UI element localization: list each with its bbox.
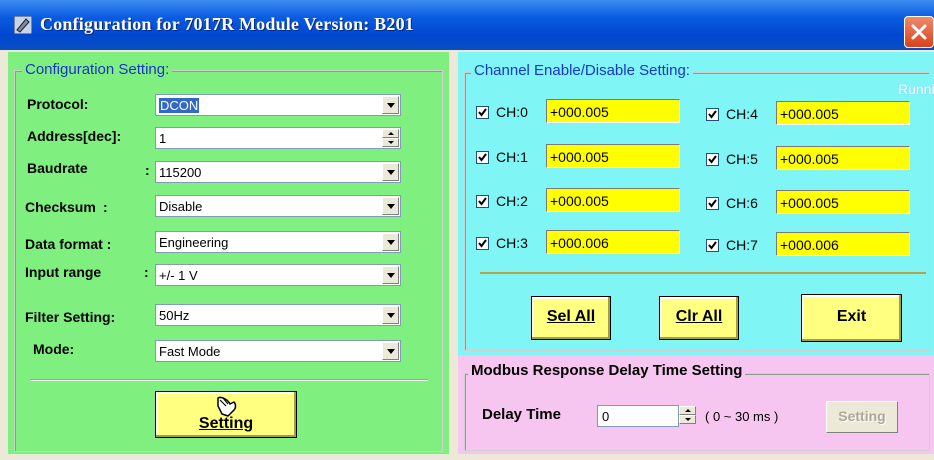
running-status: Running ! xyxy=(898,81,934,97)
mode-select[interactable]: Fast Mode xyxy=(155,340,401,362)
checkmark-icon xyxy=(478,108,487,117)
modbus-legend: Modbus Response Delay Time Setting xyxy=(468,362,746,379)
input-range-select[interactable]: +/- 1 V xyxy=(155,264,401,286)
channel-checkbox[interactable] xyxy=(706,153,719,166)
chevron-down-icon[interactable] xyxy=(382,233,399,251)
baudrate-value: 115200 xyxy=(159,165,202,180)
sel-all-label: Sel All xyxy=(546,308,596,325)
protocol-select[interactable]: DCON xyxy=(155,94,401,116)
delay-time-label: Delay Time xyxy=(482,406,561,423)
title-bar: Configuration for 7017R Module Version: … xyxy=(0,0,934,50)
chevron-down-icon[interactable] xyxy=(382,306,399,324)
filter-setting-label: Filter Setting: xyxy=(25,309,116,325)
input-range-value: +/- 1 V xyxy=(159,268,198,283)
checkmark-icon xyxy=(708,155,717,164)
protocol-label: Protocol: xyxy=(27,96,89,112)
address-input[interactable]: 1 xyxy=(155,127,401,149)
channel-label: CH:2 xyxy=(496,193,528,209)
channel-value: +000.005 xyxy=(776,190,910,214)
channel-label: CH:4 xyxy=(726,106,758,122)
clr-all-button[interactable]: Clr All xyxy=(659,296,739,340)
address-label: Address[dec]: xyxy=(27,128,122,144)
delay-time-spinner[interactable] xyxy=(679,406,696,424)
chevron-down-icon[interactable] xyxy=(382,197,399,215)
chevron-down-icon[interactable] xyxy=(382,96,399,114)
channel-checkbox[interactable] xyxy=(706,197,719,210)
channel-checkbox[interactable] xyxy=(476,151,489,164)
channel-value: +000.005 xyxy=(776,146,910,170)
chevron-down-icon[interactable] xyxy=(382,163,399,181)
sel-all-button[interactable]: Sel All xyxy=(531,296,611,340)
channel-value: +000.006 xyxy=(546,230,680,254)
spin-up-icon[interactable] xyxy=(382,129,399,138)
data-format-select[interactable]: Engineering xyxy=(155,231,401,253)
close-icon xyxy=(911,24,927,40)
channel-checkbox[interactable] xyxy=(476,106,489,119)
data-format-label: Data format : xyxy=(25,236,112,252)
spin-down-icon[interactable] xyxy=(382,138,399,147)
exit-button[interactable]: Exit xyxy=(801,294,902,342)
checkmark-icon xyxy=(708,199,717,208)
spin-down-icon[interactable] xyxy=(679,415,696,424)
exit-label: Exit xyxy=(836,308,867,325)
mode-label: Mode: xyxy=(33,341,75,357)
input-range-colon: : xyxy=(144,264,149,280)
channel-value: +000.005 xyxy=(546,99,680,123)
configuration-legend: Configuration Setting: xyxy=(22,61,173,78)
channel-value: +000.005 xyxy=(546,188,680,212)
close-button[interactable] xyxy=(904,16,934,48)
checkmark-icon xyxy=(478,153,487,162)
channel-label: CH:3 xyxy=(496,235,528,251)
baudrate-label: Baudrate xyxy=(27,160,88,176)
checkmark-icon xyxy=(478,197,487,206)
channel-label: CH:5 xyxy=(726,151,758,167)
setting-button[interactable]: Setting xyxy=(155,391,297,438)
channel-label: CH:1 xyxy=(496,149,528,165)
channel-value: +000.006 xyxy=(776,232,910,256)
address-value: 1 xyxy=(159,131,167,146)
channel-label: CH:7 xyxy=(726,237,758,253)
window-title: Configuration for 7017R Module Version: … xyxy=(40,14,414,34)
channel-legend: Channel Enable/Disable Setting: xyxy=(471,62,693,79)
setting-button-label: Setting xyxy=(198,415,254,432)
filter-setting-value: 50Hz xyxy=(159,308,190,323)
delay-range-text: ( 0 ~ 30 ms ) xyxy=(705,409,779,424)
channel-value: +000.005 xyxy=(776,101,910,125)
checksum-value: Disable xyxy=(159,199,203,214)
channel-label: CH:0 xyxy=(496,104,528,120)
checksum-label: Checksum xyxy=(25,199,96,215)
protocol-value: DCON xyxy=(159,98,200,113)
config-separator xyxy=(30,379,428,381)
input-range-label: Input range xyxy=(25,264,102,280)
channel-separator xyxy=(480,272,926,274)
checkmark-icon xyxy=(478,239,487,248)
channel-checkbox[interactable] xyxy=(706,108,719,121)
modbus-setting-button[interactable]: Setting xyxy=(826,401,898,433)
checksum-colon: : xyxy=(103,199,108,215)
channel-checkbox[interactable] xyxy=(706,239,719,252)
channel-value: +000.005 xyxy=(546,144,680,168)
mode-value: Fast Mode xyxy=(159,344,221,359)
baudrate-select[interactable]: 115200 xyxy=(155,161,401,183)
checksum-select[interactable]: Disable xyxy=(155,195,401,217)
pen-icon xyxy=(13,15,33,35)
address-spinner[interactable] xyxy=(382,129,399,147)
spin-up-icon[interactable] xyxy=(679,406,696,415)
delay-time-input[interactable]: 0 xyxy=(597,405,679,427)
channel-label: CH:6 xyxy=(726,195,758,211)
checkmark-icon xyxy=(708,241,717,250)
channel-checkbox[interactable] xyxy=(476,195,489,208)
checkmark-icon xyxy=(708,110,717,119)
baudrate-colon: : xyxy=(145,162,150,178)
clr-all-label: Clr All xyxy=(675,308,723,325)
chevron-down-icon[interactable] xyxy=(382,266,399,284)
delay-time-value: 0 xyxy=(602,409,610,424)
data-format-value: Engineering xyxy=(159,235,229,250)
filter-setting-select[interactable]: 50Hz xyxy=(155,304,401,326)
channel-checkbox[interactable] xyxy=(476,237,489,250)
chevron-down-icon[interactable] xyxy=(382,342,399,360)
